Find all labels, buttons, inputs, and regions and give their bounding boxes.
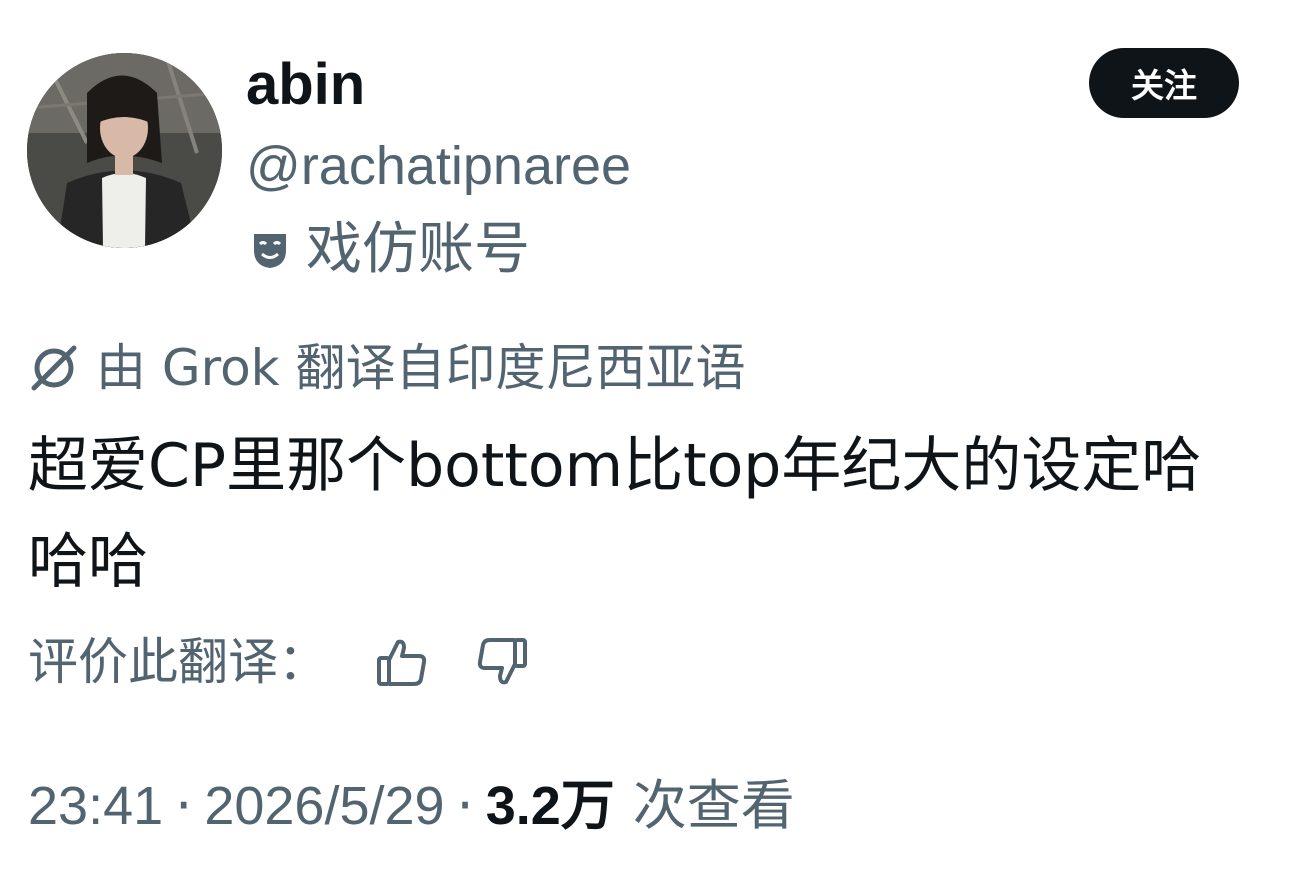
parody-account-badge: 戏仿账号	[250, 214, 530, 286]
parody-label: 戏仿账号	[306, 217, 530, 282]
translation-notice: 由 Grok 翻译自印度尼西亚语	[28, 334, 746, 402]
thumbs-down-icon	[477, 638, 527, 685]
rate-translation: 评价此翻译：	[28, 628, 572, 696]
thumbs-down-button[interactable]	[472, 632, 532, 692]
tweet-meta: 23:41 · 2026/5/29 · 3.2万 次查看	[28, 770, 795, 842]
author-handle[interactable]: @rachatipnaree	[246, 134, 631, 198]
translation-notice-text: 由 Grok 翻译自印度尼西亚语	[96, 339, 746, 397]
thumbs-up-icon	[377, 639, 427, 686]
views-count[interactable]: 3.2万	[486, 770, 615, 842]
follow-button[interactable]: 关注	[1089, 48, 1239, 118]
tweet-time[interactable]: 23:41	[28, 770, 163, 842]
views-label: 次查看	[632, 774, 795, 837]
author-display-name[interactable]: abin	[246, 52, 365, 118]
tweet-date[interactable]: 2026/5/29	[204, 770, 444, 842]
theater-mask-icon	[250, 230, 290, 270]
tweet-detail: abin @rachatipnaree 戏仿账号 关注 由 Grok 翻译自印度…	[0, 0, 1290, 895]
thumbs-up-button[interactable]	[372, 632, 432, 692]
meta-separator: ·	[175, 774, 193, 837]
meta-separator: ·	[456, 774, 474, 837]
avatar-photo	[27, 53, 222, 248]
avatar[interactable]	[27, 53, 222, 248]
rate-translation-label: 评价此翻译：	[28, 633, 328, 691]
grok-icon	[28, 342, 80, 394]
tweet-text: 超爱CP里那个bottom比top年纪大的设定哈哈哈	[28, 431, 1202, 597]
